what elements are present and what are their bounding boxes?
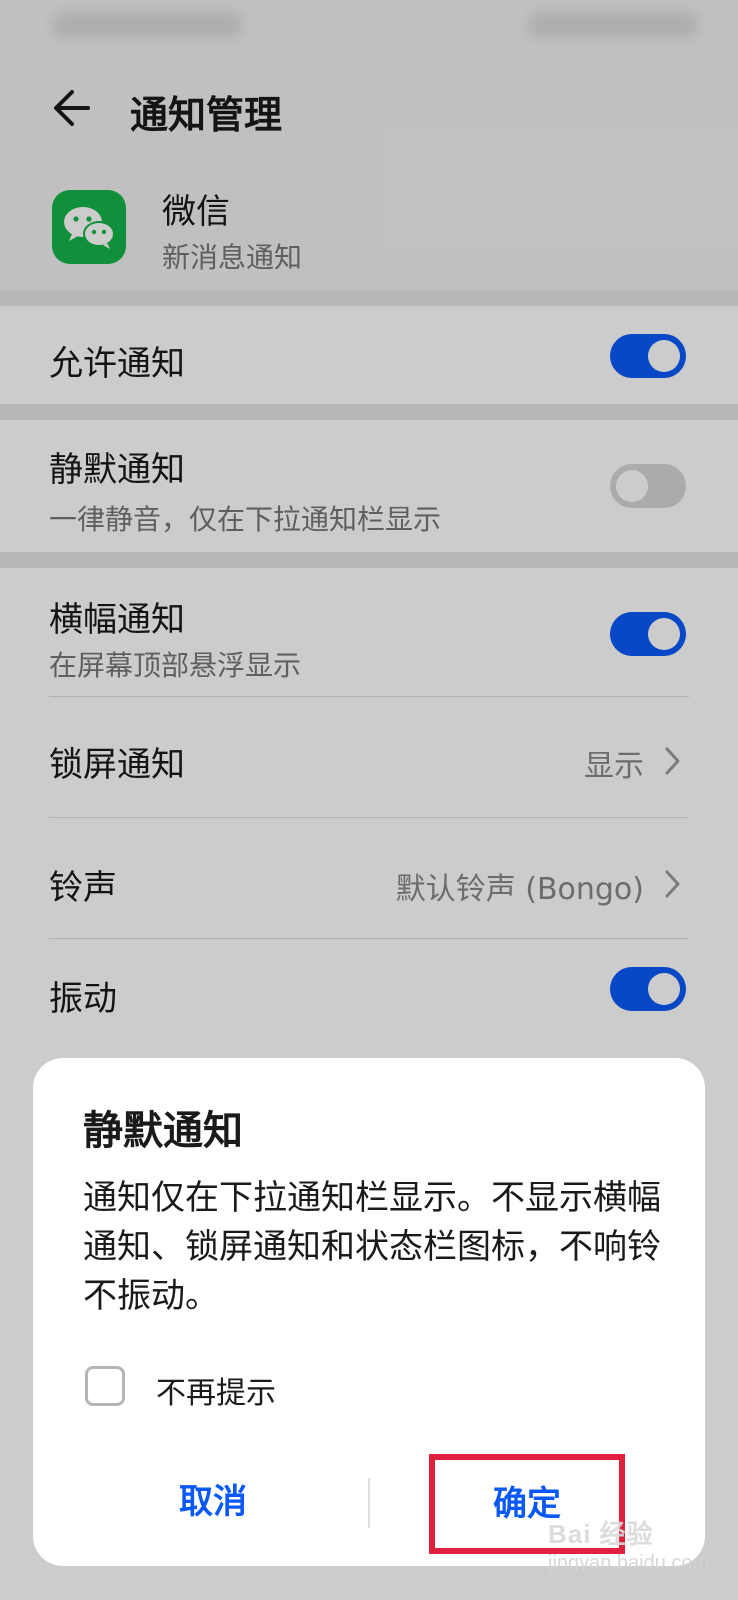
dialog-title: 静默通知 xyxy=(83,1108,243,1154)
watermark-text: Bai 经验 xyxy=(548,1519,654,1549)
watermark-url: jingyan.baidu.com xyxy=(548,1552,710,1574)
button-separator xyxy=(368,1478,370,1528)
dont-show-again-label[interactable]: 不再提示 xyxy=(156,1368,276,1412)
silent-notification-dialog: 静默通知 通知仅在下拉通知栏显示。不显示横幅通知、锁屏通知和状态栏图标，不响铃不… xyxy=(33,1058,705,1566)
dont-show-again-checkbox[interactable] xyxy=(85,1366,125,1406)
dialog-message: 通知仅在下拉通知栏显示。不显示横幅通知、锁屏通知和状态栏图标，不响铃不振动。 xyxy=(83,1178,661,1316)
cancel-button[interactable]: 取消 xyxy=(83,1470,343,1534)
baidu-jingyan-watermark: Bai 经验 jingyan.baidu.com xyxy=(548,1508,709,1588)
